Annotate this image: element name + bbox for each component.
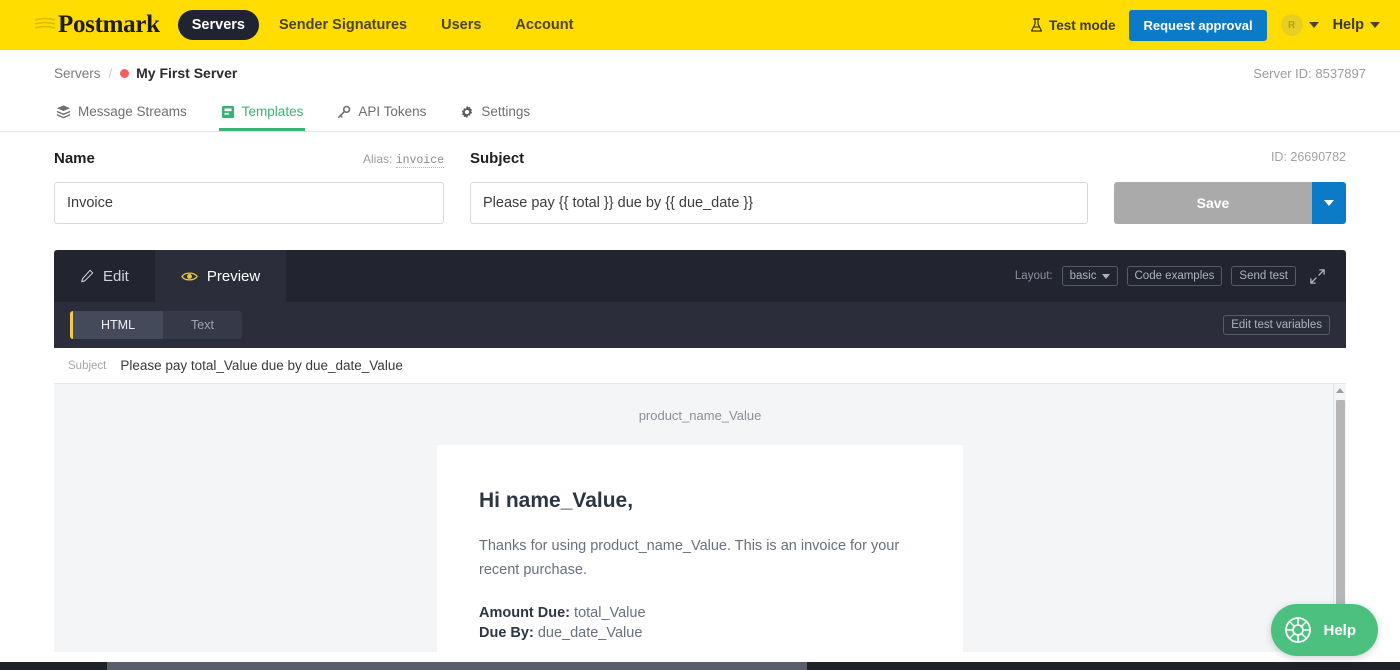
key-icon [338,105,351,118]
layout-select-value: basic [1069,270,1097,282]
email-due-by-label: Due By: [479,625,534,642]
request-approval-button[interactable]: Request approval [1129,9,1267,41]
email-amount-due-row: Amount Due: total_Value [479,603,921,624]
nav-item-servers[interactable]: Servers [177,10,259,40]
scroll-up-arrow-icon[interactable] [1336,388,1344,393]
tab-api-tokens[interactable]: API Tokens [335,104,428,131]
alias-prefix: Alias: [363,152,393,166]
eye-icon [181,271,198,281]
preview-subject-key: Subject [68,359,107,372]
test-mode-indicator: Test mode [1030,17,1116,33]
expand-arrows-icon [1310,268,1325,284]
tab-edit-label: Edit [103,267,129,285]
page-horizontal-scrollbar[interactable] [0,662,1400,670]
chevron-down-icon [1308,22,1319,28]
page-horizontal-scroll-thumb[interactable] [107,662,807,670]
postmark-logo[interactable]: Postmark [34,11,160,39]
subject-input[interactable] [470,182,1088,224]
save-block: ID: 26690782 Save [1114,150,1346,224]
editor-mode-tabs: Edit Preview Layout: basic Code examples… [54,250,1346,302]
email-preview-viewport: product_name_Value Hi name_Value, Thanks… [54,384,1346,652]
chevron-down-icon [1324,200,1334,206]
alias-display: Alias: invoice [363,152,444,168]
layout-select[interactable]: basic [1061,266,1118,286]
tab-settings[interactable]: Settings [458,104,532,131]
nav-item-account[interactable]: Account [501,10,587,40]
breadcrumb-servers-link[interactable]: Servers [54,66,101,81]
code-examples-button[interactable]: Code examples [1126,266,1223,286]
alias-value[interactable]: invoice [395,154,444,168]
template-editor-panel: Edit Preview Layout: basic Code examples… [54,250,1346,652]
server-tabs: Message Streams Templates API Tokens Set… [0,96,1400,132]
email-body-text: Thanks for using product_name_Value. Thi… [479,538,900,578]
layout-label: Layout: [1014,270,1053,282]
save-dropdown-button[interactable] [1312,182,1346,224]
gear-icon [462,105,473,118]
preview-toolbar: Layout: basic Code examples Send test [1015,250,1346,302]
tab-templates[interactable]: Templates [218,104,306,131]
preview-subject-bar: Subject Please pay total_Value due by du… [54,348,1346,384]
tab-templates-label: Templates [241,104,304,119]
format-tab-group: HTML Text [70,311,242,339]
send-test-button[interactable]: Send test [1231,266,1296,286]
lifebuoy-icon [1285,617,1312,643]
email-amount-due-label: Amount Due: [479,604,571,621]
tab-edit[interactable]: Edit [54,250,155,302]
streams-icon [56,105,71,119]
tab-preview-label: Preview [206,267,261,285]
tab-settings-label: Settings [481,104,531,119]
email-due-by-value: due_date_Value [537,625,643,642]
nav-item-sender-signatures[interactable]: Sender Signatures [265,10,421,40]
logo-swoosh-icon [34,17,56,29]
email-body-card: Hi name_Value, Thanks for using product_… [437,445,963,652]
subject-label: Subject [470,150,525,167]
pencil-icon [81,269,94,283]
help-menu[interactable]: Help [1333,17,1380,33]
help-menu-label: Help [1332,17,1364,33]
subject-field-header: Subject [470,150,1088,172]
subject-field-group: Subject [470,150,1088,224]
edit-test-variables-button[interactable]: Edit test variables [1223,315,1330,335]
format-toolbar: HTML Text Edit test variables [54,302,1346,348]
logo-text: Postmark [58,11,160,38]
tab-message-streams[interactable]: Message Streams [54,104,189,131]
chevron-down-icon [1101,273,1110,279]
email-greeting: Hi name_Value, [479,489,634,512]
name-input[interactable] [54,182,444,224]
name-label: Name [54,150,95,167]
template-icon [221,105,234,118]
help-widget-label: Help [1323,621,1356,639]
tab-api-tokens-label: API Tokens [358,104,427,119]
breadcrumb-current-server: My First Server [136,65,238,81]
avatar: R [1280,14,1303,36]
tab-preview[interactable]: Preview [154,250,287,302]
expand-icon[interactable] [1305,268,1330,285]
email-due-by-row: Due By: due_date_Value [479,623,921,644]
format-tab-text[interactable]: Text [163,311,242,339]
name-field-header: Name Alias: invoice [54,150,444,172]
template-form: Name Alias: invoice Subject ID: 26690782… [0,132,1400,224]
email-amount-due-value: total_Value [574,604,646,621]
save-button[interactable]: Save [1114,182,1312,224]
nav-item-users[interactable]: Users [427,10,495,40]
tab-message-streams-label: Message Streams [78,104,187,119]
nav-right-group: Test mode Request approval R Help [1030,9,1380,41]
save-button-group: Save [1114,182,1346,224]
server-status-dot [120,68,130,78]
template-id-label: ID: 26690782 [1270,150,1346,164]
name-field-group: Name Alias: invoice [54,150,444,224]
breadcrumb: Servers / My First Server Server ID: 853… [0,50,1400,96]
chevron-down-icon [1370,22,1380,28]
account-menu[interactable]: R [1280,14,1319,36]
email-preheader: product_name_Value [638,408,762,423]
server-id-label: Server ID: 8537897 [1253,65,1366,81]
test-mode-label: Test mode [1048,17,1116,33]
top-navbar: Postmark Servers Sender Signatures Users… [0,0,1400,50]
breadcrumb-separator: / [108,65,113,81]
main-nav: Servers Sender Signatures Users Account [177,10,588,40]
flask-icon [1030,17,1043,32]
help-widget-button[interactable]: Help [1271,604,1378,656]
format-tab-html[interactable]: HTML [73,311,164,339]
preview-subject-value: Please pay total_Value due by due_date_V… [120,358,403,373]
